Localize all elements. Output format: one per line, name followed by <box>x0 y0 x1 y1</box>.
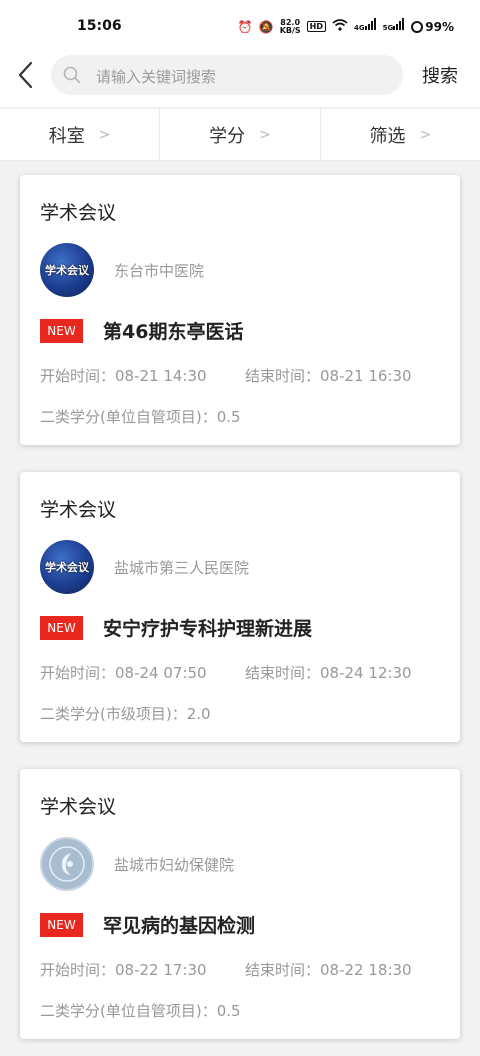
new-badge: NEW <box>40 913 83 937</box>
event-category: 学术会议 <box>40 499 117 521</box>
status-bar: 15:06 ⏰ 🔕 82.0 KB/S HD 4G 5G 99% <box>0 0 480 50</box>
back-button[interactable] <box>14 60 40 90</box>
chevron-right-icon: > <box>98 126 111 143</box>
end-time: 结束时间：08-24 12:30 <box>245 664 412 682</box>
search-input[interactable]: 请输入关键词搜索 <box>51 55 403 95</box>
battery-indicator: 99% <box>411 20 454 34</box>
maternity-logo-icon <box>49 846 85 882</box>
start-time: 开始时间：08-21 14:30 <box>40 367 207 385</box>
new-badge: NEW <box>40 319 83 343</box>
organization-name: 盐城市妇幼保健院 <box>114 856 235 874</box>
search-icon <box>63 66 81 84</box>
chevron-right-icon: > <box>419 126 432 143</box>
end-time: 结束时间：08-21 16:30 <box>245 367 412 385</box>
status-time: 15:06 <box>77 18 122 34</box>
hd-icon: HD <box>306 21 327 32</box>
wifi-icon <box>332 19 348 34</box>
event-title: 第46期东亭医话 <box>103 321 244 343</box>
event-title: 安宁疗护专科护理新进展 <box>103 618 313 640</box>
organization-avatar: 学术会议 <box>40 540 94 594</box>
credit-info: 二类学分(市级项目)：2.0 <box>40 705 211 723</box>
organization-name: 盐城市第三人民医院 <box>114 559 250 577</box>
battery-icon <box>411 20 424 33</box>
start-time: 开始时间：08-22 17:30 <box>40 961 207 979</box>
event-card[interactable]: 学术会议 学术会议 东台市中医院 NEW 第46期东亭医话 开始时间：08-21… <box>20 175 460 445</box>
event-category: 学术会议 <box>40 202 117 224</box>
event-card[interactable]: 学术会议 学术会议 盐城市第三人民医院 NEW 安宁疗护专科护理新进展 开始时间… <box>20 472 460 742</box>
signal-5g-icon: 5G <box>383 18 406 35</box>
alarm-icon: ⏰ <box>237 19 253 34</box>
credit-info: 二类学分(单位自管项目)：0.5 <box>40 1002 241 1020</box>
organization-avatar <box>40 837 94 891</box>
status-icons: ⏰ 🔕 82.0 KB/S HD 4G 5G 99% <box>238 18 454 35</box>
credit-info: 二类学分(单位自管项目)：0.5 <box>40 408 241 426</box>
network-speed: 82.0 KB/S <box>279 17 301 35</box>
search-header: 请输入关键词搜索 搜索 <box>0 50 480 107</box>
search-placeholder: 请输入关键词搜索 <box>96 68 217 86</box>
new-badge: NEW <box>40 616 83 640</box>
mute-icon: 🔕 <box>258 19 274 34</box>
event-title: 罕见病的基因检测 <box>103 915 256 937</box>
signal-4g-icon: 4G <box>354 18 377 35</box>
filter-label: 科室 <box>48 125 85 147</box>
event-category: 学术会议 <box>40 796 117 818</box>
organization-name: 东台市中医院 <box>114 262 205 280</box>
back-arrow-icon <box>18 61 33 89</box>
event-card[interactable]: 学术会议 盐城市妇幼保健院 NEW 罕见病的基因检测 开始时间：08-22 17… <box>20 769 460 1039</box>
organization-avatar: 学术会议 <box>40 243 94 297</box>
chevron-right-icon: > <box>259 126 271 143</box>
filter-label: 学分 <box>209 125 246 147</box>
filter-more[interactable]: 筛选 > <box>321 109 480 160</box>
filter-department[interactable]: 科室 > <box>0 109 161 160</box>
end-time: 结束时间：08-22 18:30 <box>245 961 412 979</box>
filter-bar: 科室 > 学分 > 筛选 > <box>0 108 480 161</box>
search-button[interactable]: 搜索 <box>422 62 458 88</box>
start-time: 开始时间：08-24 07:50 <box>40 664 207 682</box>
filter-label: 筛选 <box>369 125 406 147</box>
filter-credit[interactable]: 学分 > <box>160 109 321 160</box>
